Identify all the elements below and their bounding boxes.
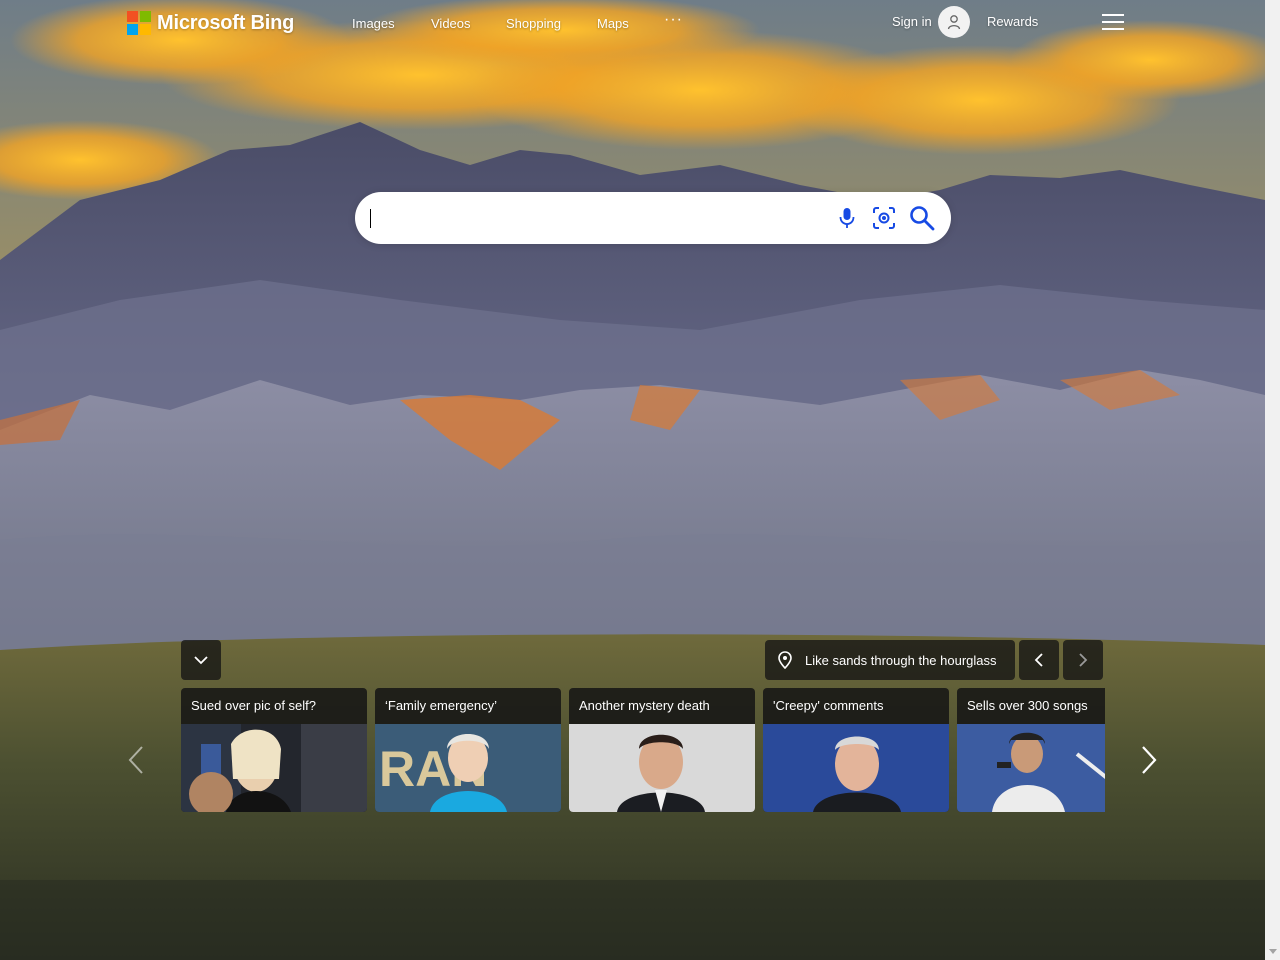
carousel-prev-button[interactable] [126, 744, 146, 776]
image-info-button[interactable]: Like sands through the hourglass [765, 640, 1015, 680]
nav-videos[interactable]: Videos [431, 16, 471, 31]
nav-maps[interactable]: Maps [597, 16, 629, 31]
news-card-image [957, 724, 1105, 812]
news-card-image [181, 724, 367, 812]
microphone-icon[interactable] [834, 205, 860, 231]
hamburger-menu-icon[interactable] [1102, 14, 1124, 30]
bing-logo[interactable]: Microsoft Bing [127, 10, 294, 36]
news-card[interactable]: Another mystery death [569, 688, 755, 812]
news-card-title: Another mystery death [579, 698, 710, 713]
background-image [0, 0, 1265, 960]
image-caption: Like sands through the hourglass [805, 652, 997, 668]
chevron-right-icon [1079, 653, 1088, 667]
nav-shopping[interactable]: Shopping [506, 16, 561, 31]
top-bar: Microsoft Bing Images Videos Shopping Ma… [0, 0, 1265, 46]
page-scrollbar[interactable] [1265, 0, 1280, 960]
news-card-title: 'Creepy' comments [773, 698, 884, 713]
news-card-title: Sued over pic of self? [191, 698, 317, 713]
news-card-image [569, 724, 755, 812]
scroll-down-arrow-icon[interactable] [1269, 949, 1277, 954]
rewards-link[interactable]: Rewards [987, 14, 1038, 29]
news-card-image: RAN [375, 724, 561, 812]
nav-more-button[interactable]: ··· [664, 11, 683, 29]
nav-images[interactable]: Images [352, 16, 395, 31]
news-card[interactable]: Sued over pic of self? [181, 688, 367, 812]
chevron-left-icon [128, 746, 143, 774]
carousel-next-button[interactable] [1139, 744, 1159, 776]
sign-in-link[interactable]: Sign in [892, 14, 932, 29]
visual-search-icon[interactable] [871, 205, 897, 231]
news-card-title: Sells over 300 songs [967, 698, 1088, 713]
chevron-left-icon [1034, 653, 1043, 667]
search-input[interactable] [369, 202, 819, 234]
microsoft-logo-icon [127, 11, 151, 35]
text-caret [370, 209, 371, 228]
search-box [355, 192, 951, 244]
avatar-icon[interactable] [938, 6, 970, 38]
previous-image-button[interactable] [1019, 640, 1059, 680]
news-card[interactable]: Sells over 300 songs [957, 688, 1105, 812]
collapse-feed-button[interactable] [181, 640, 221, 680]
news-card[interactable]: ‘Family emergency’ RAN [375, 688, 561, 812]
chevron-down-icon [194, 656, 208, 665]
news-card-image [763, 724, 949, 812]
chevron-right-icon [1142, 746, 1157, 774]
news-card-title: ‘Family emergency’ [385, 698, 497, 713]
news-card[interactable]: 'Creepy' comments [763, 688, 949, 812]
location-pin-icon [777, 651, 793, 669]
news-carousel: Sued over pic of self? ‘Family emergency… [181, 688, 1105, 812]
search-icon[interactable] [909, 205, 935, 231]
logo-text: Microsoft Bing [157, 11, 295, 34]
next-image-button[interactable] [1063, 640, 1103, 680]
